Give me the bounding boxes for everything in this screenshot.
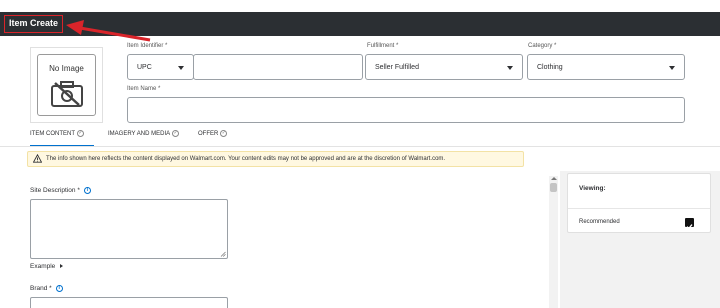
scrollbar[interactable] [549,176,558,308]
notice-text: The info shown here reflects the content… [46,156,446,162]
content-notice: The info shown here reflects the content… [27,151,524,167]
tabs-divider [0,146,720,147]
item-identifier-label: Item Identifier * [127,43,168,49]
recommended-checkbox[interactable] [685,218,694,230]
site-description-label: Site Description * i [30,187,91,194]
tab-label: ITEM CONTENT [30,131,75,137]
tab-imagery-and-media[interactable]: IMAGERY AND MEDIA ✓ [108,127,180,147]
chevron-right-icon [60,264,64,269]
tab-label: IMAGERY AND MEDIA [108,131,171,137]
item-image-placeholder[interactable]: No Image [30,47,103,123]
tab-item-content[interactable]: ITEM CONTENT ✓ [30,127,94,147]
no-image-icon [51,81,83,107]
brand-input[interactable] [30,297,228,308]
scroll-up-arrow-icon[interactable] [551,177,557,180]
no-image-label: No Image [49,64,84,73]
identifier-type-select[interactable]: UPC [127,54,194,80]
info-icon[interactable]: i [83,187,91,194]
category-label: Category * [528,43,557,49]
viewing-title: Viewing: [579,185,606,192]
viewing-panel: Viewing: Recommended [567,173,711,233]
image-upload-box[interactable]: No Image [37,54,96,116]
site-description-textarea[interactable] [30,199,228,259]
recommended-label: Recommended [579,219,620,225]
fulfillment-select[interactable]: Seller Fulfilled [365,54,523,80]
item-identifier-input[interactable] [193,54,363,80]
fulfillment-value: Seller Fulfilled [375,64,419,71]
check-circle-icon: ✓ [77,129,84,137]
chevron-down-icon [178,66,184,70]
identifier-type-value: UPC [137,64,152,71]
category-value: Clothing [537,64,563,71]
item-name-label: Item Name * [127,86,161,92]
fulfillment-label: Fulfillment * [367,43,399,49]
warning-icon [33,154,42,163]
check-circle-icon: ✓ [172,129,180,137]
tab-offer[interactable]: OFFER ✓ [198,127,228,147]
tab-label: OFFER [198,131,219,137]
scrollbar-thumb[interactable] [550,183,557,192]
chevron-down-icon [669,66,675,70]
chevron-down-icon [507,66,513,70]
example-toggle[interactable]: Example [30,263,64,270]
item-name-input[interactable] [127,97,685,123]
resize-handle-icon[interactable] [220,251,226,257]
check-circle-icon: ✓ [220,129,228,137]
info-icon[interactable]: i [55,285,63,292]
brand-label: Brand * i [30,285,63,292]
divider [568,208,710,209]
checkmark-icon [686,224,693,230]
category-select[interactable]: Clothing [527,54,685,80]
